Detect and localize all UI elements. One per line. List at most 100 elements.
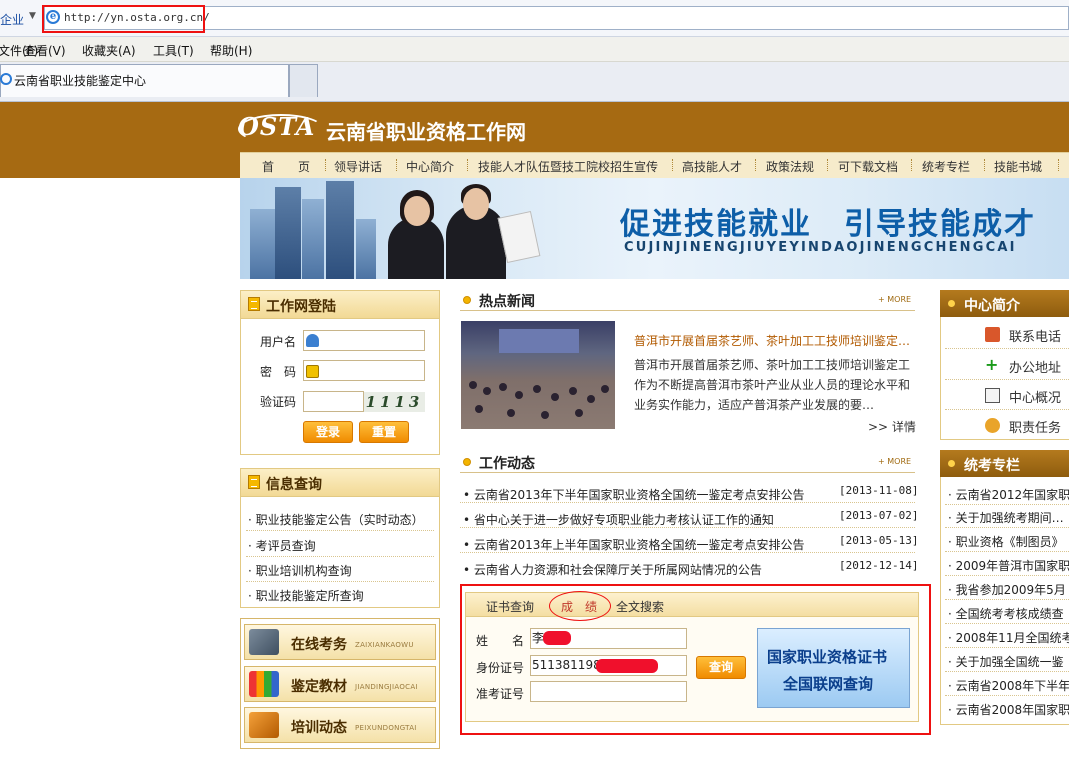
url-highlight-box	[42, 5, 205, 33]
divider	[945, 575, 1069, 576]
info-item-training[interactable]: · 职业培训机构查询	[248, 562, 352, 579]
exam-item[interactable]: · 全国统考考核成绩查	[948, 605, 1064, 622]
captcha-image[interactable]: 1113	[364, 392, 425, 412]
dynamics-item[interactable]: • 省中心关于进一步做好专项职业能力考核认证工作的通知	[463, 511, 774, 528]
dynamics-more-link[interactable]: + MORE	[878, 457, 911, 466]
divider	[945, 671, 1069, 672]
captcha-input[interactable]	[303, 391, 364, 412]
dynamics-title: 工作动态	[479, 456, 535, 472]
nav-home[interactable]: 首 页	[262, 158, 310, 175]
exam-item[interactable]: · 职业资格《制图员》	[948, 533, 1064, 550]
user-icon	[306, 334, 319, 347]
id-label: 身份证号	[476, 661, 525, 675]
audience	[515, 391, 523, 399]
center-item-overview[interactable]: 中心概况	[1009, 387, 1061, 406]
audience	[541, 411, 549, 419]
building	[356, 219, 376, 279]
divider	[945, 623, 1069, 624]
face	[404, 196, 430, 226]
menu-item-view[interactable]: 查看(V)	[24, 42, 66, 59]
cert-banner-line1: 国家职业资格证书	[767, 648, 888, 666]
dynamics-item-text: 云南省2013年上半年国家职业资格全国统一鉴定考点安排公告	[473, 538, 805, 552]
quick-pinyin: JIANDINGJIAOCAI	[355, 683, 418, 691]
nav-separator	[984, 159, 985, 171]
cert-query-banner[interactable]	[757, 628, 910, 708]
dynamics-date: [2013-05-13]	[839, 534, 919, 547]
nav-talent-recruitment[interactable]: 技能人才队伍暨技工院校招生宣传	[478, 158, 658, 175]
dynamics-item[interactable]: • 云南省2013年下半年国家职业资格全国统一鉴定考点安排公告	[463, 486, 804, 503]
nav-separator	[827, 159, 828, 171]
exam-item-text: 关于加强统考期间…	[955, 511, 1064, 525]
audience	[601, 385, 609, 393]
login-title: 工作网登陆	[266, 299, 336, 315]
menu-item-help[interactable]: 帮助(H)	[210, 42, 252, 59]
news-photo[interactable]	[461, 321, 615, 429]
hot-news-line: 作为不断提高普洱市茶叶产业从业人员的理论水平和	[634, 378, 911, 392]
info-item-assessor[interactable]: · 考评员查询	[248, 537, 316, 554]
exam-item[interactable]: · 关于加强统考期间…	[948, 509, 1064, 526]
info-item-label: 职业培训机构查询	[255, 564, 352, 578]
exam-item[interactable]: · 云南省2008年国家职	[948, 701, 1069, 718]
hot-news-headline[interactable]: 普洱市开展首届茶艺师、茶叶加工工技师培训鉴定…	[634, 332, 910, 349]
exam-number-input[interactable]	[530, 681, 687, 702]
hot-news-line: 普洱市开展首届茶艺师、茶叶加工工技师培训鉴定工	[634, 358, 911, 372]
reset-button[interactable]: 重置	[359, 421, 409, 443]
quick-label: 鉴定教材	[291, 679, 347, 695]
info-item-appraisal-notice[interactable]: · 职业技能鉴定公告（实时动态）	[248, 511, 424, 528]
tab-certificate-query[interactable]: 证书查询	[486, 598, 534, 615]
hot-news-detail-link[interactable]: >> 详情	[868, 418, 916, 435]
nav-high-skill[interactable]: 高技能人才	[682, 158, 742, 175]
divider	[945, 379, 1069, 380]
exam-item-text: 云南省2008年国家职	[955, 703, 1069, 717]
person-icon	[985, 418, 1000, 433]
tab-fulltext-search[interactable]: 全文搜索	[616, 598, 664, 615]
info-title: 信息查询	[266, 477, 322, 493]
site-logo[interactable]: OSTA	[238, 112, 315, 141]
query-button[interactable]: 查询	[696, 656, 746, 679]
audience	[587, 395, 595, 403]
center-item-duties[interactable]: 职责任务	[1009, 417, 1061, 436]
divider	[246, 530, 434, 531]
hot-news-more-link[interactable]: + MORE	[878, 295, 911, 304]
divider	[945, 695, 1069, 696]
nav-separator	[325, 159, 326, 171]
dynamics-item[interactable]: • 云南省2013年上半年国家职业资格全国统一鉴定考点安排公告	[463, 536, 804, 553]
tab-title[interactable]: 云南省职业技能鉴定中心	[14, 72, 146, 89]
exam-number-label: 准考证号	[476, 687, 525, 701]
info-item-station[interactable]: · 职业技能鉴定所查询	[248, 587, 364, 604]
quick-pinyin: ZAIXIANKAOWU	[355, 641, 414, 649]
nav-downloads[interactable]: 可下载文档	[838, 158, 898, 175]
favorites-label[interactable]: 企业	[0, 11, 24, 28]
center-item-phone[interactable]: 联系电话	[1009, 326, 1061, 345]
exam-item[interactable]: · 云南省2008年下半年	[948, 677, 1069, 694]
login-button[interactable]: 登录	[303, 421, 353, 443]
exam-item[interactable]: · 关于加强全国统一鉴	[948, 653, 1064, 670]
nav-policy[interactable]: 政策法规	[766, 158, 814, 175]
username-input[interactable]	[303, 330, 425, 351]
banner-pinyin: CUJINJINENGJIUYEYINDAOJINENGCHENGCAI	[624, 240, 1017, 255]
dynamics-date: [2013-11-08]	[839, 484, 919, 497]
menu-item-favorites[interactable]: 收藏夹(A)	[82, 42, 136, 59]
nav-exam-column[interactable]: 统考专栏	[922, 158, 970, 175]
center-item-address[interactable]: 办公地址	[1009, 357, 1061, 376]
dynamics-date: [2013-07-02]	[839, 509, 919, 522]
exam-item-text: 2008年11月全国统考	[955, 631, 1069, 645]
exam-item[interactable]: · 2009年普洱市国家职	[948, 557, 1069, 574]
building	[326, 181, 354, 279]
new-tab-button[interactable]	[289, 64, 318, 97]
chevron-down-icon[interactable]: ▼	[29, 11, 36, 21]
divider	[460, 472, 915, 473]
nav-leader-speech[interactable]: 领导讲话	[334, 158, 382, 175]
nav-center-intro[interactable]: 中心简介	[406, 158, 454, 175]
exam-item[interactable]: · 2008年11月全国统考	[948, 629, 1069, 646]
menu-item-tools[interactable]: 工具(T)	[153, 42, 194, 59]
exam-item[interactable]: · 云南省2012年国家职	[948, 486, 1069, 503]
captcha-label: 验证码	[260, 395, 297, 409]
dynamics-item[interactable]: • 云南省人力资源和社会保障厅关于所属网站情况的公告	[463, 561, 762, 578]
nav-bookstore[interactable]: 技能书城	[994, 158, 1042, 175]
quick-label: 在线考务	[291, 637, 347, 653]
exam-title: 统考专栏	[964, 458, 1020, 474]
password-input[interactable]	[303, 360, 425, 381]
divider	[945, 348, 1069, 349]
exam-item[interactable]: · 我省参加2009年5月	[948, 581, 1066, 598]
